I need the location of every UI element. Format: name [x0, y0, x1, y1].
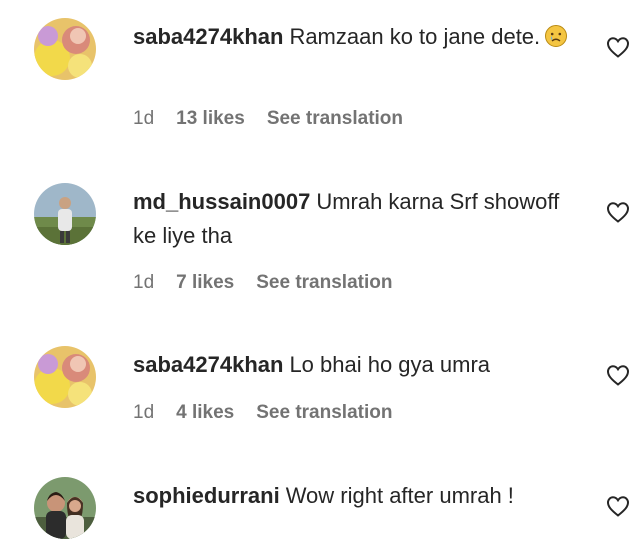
see-translation-button[interactable]: See translation [256, 402, 392, 423]
comment-text: Wow right after umrah ! [285, 483, 514, 508]
heart-icon[interactable] [606, 201, 632, 225]
comment-time[interactable]: 1d [133, 272, 154, 293]
comment-meta: 1d 7 likes See translation [133, 272, 414, 294]
comment-username[interactable]: md_hussain0007 [133, 189, 310, 214]
comment-likes[interactable]: 7 likes [176, 272, 234, 293]
heart-icon[interactable] [606, 36, 632, 60]
comment-time[interactable]: 1d [133, 108, 154, 129]
comment-likes[interactable]: 4 likes [176, 402, 234, 423]
see-translation-button[interactable]: See translation [256, 272, 392, 293]
comment-text: Lo bhai ho gya umra [289, 352, 491, 377]
comment-username[interactable]: sophiedurrani [133, 483, 280, 508]
comment-body: md_hussain0007 Umrah karna Srf showoff ke… [133, 185, 583, 253]
avatar[interactable] [34, 346, 96, 408]
comment-body: saba4274khan Ramzaan ko to jane dete. [133, 20, 583, 54]
comment-body: saba4274khan Lo bhai ho gya umra [133, 348, 583, 382]
comment-meta: 1d 13 likes See translation [133, 108, 425, 130]
comment-body: sophiedurrani Wow right after umrah ! [133, 479, 583, 513]
avatar[interactable] [34, 183, 96, 245]
comment-time[interactable]: 1d [133, 402, 154, 423]
comment-username[interactable]: saba4274khan [133, 24, 283, 49]
avatar[interactable] [34, 477, 96, 539]
crying-face-icon [544, 24, 568, 48]
heart-icon[interactable] [606, 495, 632, 519]
see-translation-button[interactable]: See translation [267, 108, 403, 129]
heart-icon[interactable] [606, 364, 632, 388]
avatar[interactable] [34, 18, 96, 80]
comment-username[interactable]: saba4274khan [133, 352, 283, 377]
comment-text: Ramzaan ko to jane dete. [289, 24, 541, 49]
comment-likes[interactable]: 13 likes [176, 108, 245, 129]
comment-meta: 1d 4 likes See translation [133, 402, 414, 424]
